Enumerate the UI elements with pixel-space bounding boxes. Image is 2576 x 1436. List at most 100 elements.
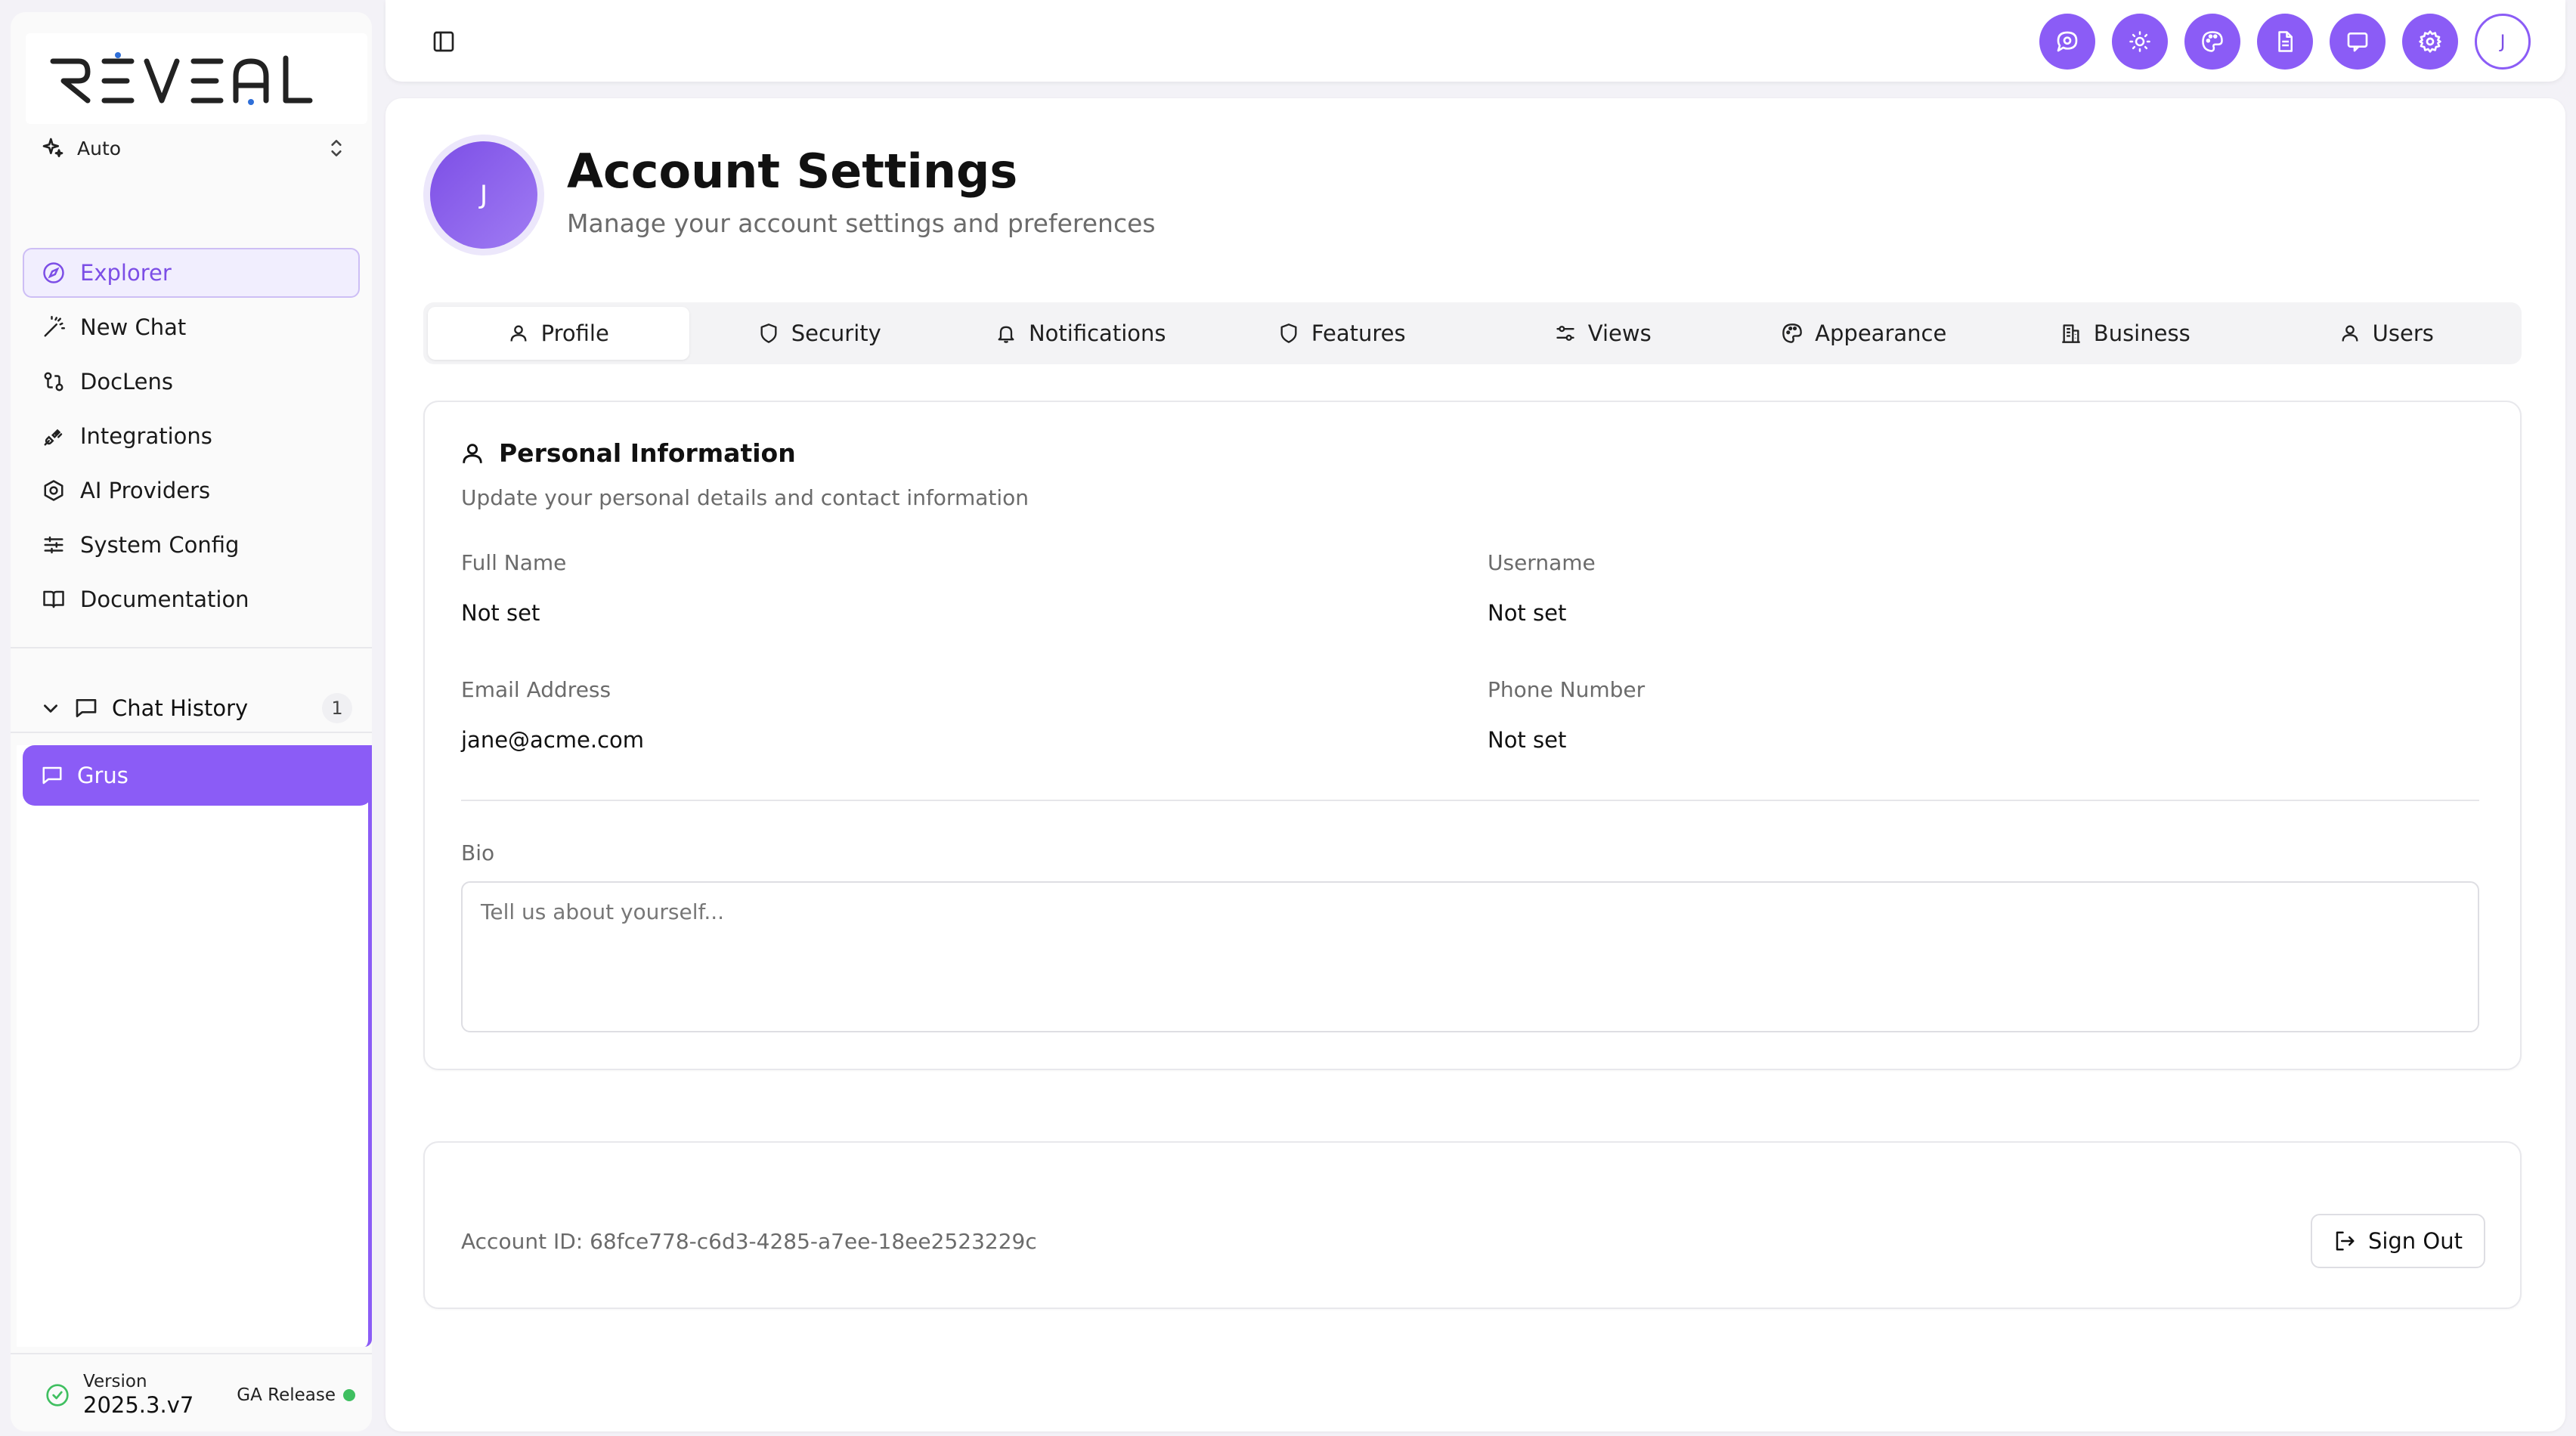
sidebar-item-label: New Chat <box>80 314 187 340</box>
personal-information-card: Personal Information Update your persona… <box>423 401 2522 1070</box>
hexagon-icon <box>41 479 67 502</box>
sidebar-panel-icon <box>432 29 456 54</box>
section-title: Personal Information <box>460 438 796 468</box>
sparkles-icon <box>41 136 65 160</box>
sidebar-divider <box>11 732 372 733</box>
chevron-up-down-icon <box>327 137 346 159</box>
phone-value: Not set <box>1488 727 1567 753</box>
tab-views[interactable]: Views <box>1472 307 1734 360</box>
account-card: Account ID: 68fce778-c6d3-4285-a7ee-18ee… <box>423 1141 2522 1309</box>
tab-label: Profile <box>540 320 609 346</box>
sidebar-divider <box>11 647 372 648</box>
sidebar-item-label: System Config <box>80 532 240 558</box>
bell-icon <box>995 323 1017 344</box>
full-name-label: Full Name <box>461 550 567 575</box>
settings-button[interactable] <box>2402 14 2458 70</box>
log-out-icon <box>2333 1230 2356 1252</box>
tab-label: Features <box>1311 320 1406 346</box>
sidebar-nav: Explorer New Chat DocLens Integrations A… <box>23 248 360 629</box>
chat-history-toggle[interactable]: Chat History 1 <box>41 683 352 733</box>
theme-toggle-button[interactable] <box>2112 14 2168 70</box>
settings-gear-icon <box>2418 29 2442 54</box>
tab-appearance[interactable]: Appearance <box>1734 307 1995 360</box>
model-selector[interactable]: Auto <box>41 124 346 172</box>
chat-history-item-grus[interactable]: Grus <box>23 745 372 806</box>
sidebar-item-system-config[interactable]: System Config <box>23 520 360 570</box>
version-info: Version 2025.3.v7 GA Release <box>45 1366 355 1424</box>
sidebar-item-label: Explorer <box>80 260 172 286</box>
page-title: Account Settings <box>567 144 1018 199</box>
topbar: J <box>385 0 2565 82</box>
message-square-icon <box>74 696 98 720</box>
sidebar-item-doclens[interactable]: DocLens <box>23 357 360 407</box>
tab-users[interactable]: Users <box>2256 307 2518 360</box>
tab-notifications[interactable]: Notifications <box>950 307 1212 360</box>
sidebar-item-documentation[interactable]: Documentation <box>23 574 360 624</box>
tab-security[interactable]: Security <box>689 307 951 360</box>
user-icon <box>508 323 529 344</box>
palette-icon <box>1782 323 1803 344</box>
palette-button[interactable] <box>2184 14 2240 70</box>
sliders-icon <box>41 534 67 556</box>
chevron-down-icon <box>41 698 60 718</box>
compass-icon <box>41 262 67 284</box>
sidebar-item-ai-providers[interactable]: AI Providers <box>23 466 360 515</box>
bio-label: Bio <box>461 840 495 865</box>
tab-label: Views <box>1587 320 1652 346</box>
sidebar-item-label: Integrations <box>80 423 212 449</box>
section-title-text: Personal Information <box>499 438 796 468</box>
sun-icon <box>2129 30 2151 53</box>
sidebar-item-new-chat[interactable]: New Chat <box>23 302 360 352</box>
tab-business[interactable]: Business <box>1995 307 2256 360</box>
username-label: Username <box>1488 550 1596 575</box>
sign-out-label: Sign Out <box>2367 1228 2463 1254</box>
section-divider <box>461 800 2479 801</box>
profile-avatar-initial: J <box>479 180 488 210</box>
book-icon <box>41 588 67 611</box>
full-name-value: Not set <box>461 600 540 626</box>
user-icon <box>460 441 485 466</box>
users-icon <box>2339 323 2361 344</box>
phone-label: Phone Number <box>1488 677 1646 702</box>
username-value: Not set <box>1488 600 1567 626</box>
section-subtitle: Update your personal details and contact… <box>461 485 1029 510</box>
tab-label: Users <box>2372 320 2434 346</box>
git-compare-icon <box>41 370 67 393</box>
email-value: jane@acme.com <box>461 727 645 753</box>
messages-button[interactable] <box>2330 14 2386 70</box>
tab-profile[interactable]: Profile <box>428 307 689 360</box>
chat-history-count: 1 <box>322 693 352 723</box>
tab-features[interactable]: Features <box>1212 307 1473 360</box>
user-avatar-button[interactable]: J <box>2475 14 2531 70</box>
magic-wand-icon <box>41 316 67 339</box>
document-icon <box>2274 30 2296 53</box>
sidebar-item-integrations[interactable]: Integrations <box>23 411 360 461</box>
sidebar-item-explorer[interactable]: Explorer <box>23 248 360 298</box>
sidebar-item-label: Documentation <box>80 586 249 612</box>
reveal-logo[interactable] <box>26 33 367 124</box>
sign-out-button[interactable]: Sign Out <box>2310 1214 2485 1268</box>
tab-label: Business <box>2093 320 2191 346</box>
version-label: Version <box>83 1371 147 1391</box>
profile-avatar: J <box>423 135 544 255</box>
settings-tabs: Profile Security Notifications Features … <box>423 302 2522 364</box>
sidebar-toggle-button[interactable] <box>423 21 464 62</box>
email-label: Email Address <box>461 677 611 702</box>
chat-bubble-button[interactable] <box>2039 14 2095 70</box>
user-avatar-initial: J <box>2500 31 2506 52</box>
building-icon <box>2060 323 2082 344</box>
chat-history-label: Chat History <box>112 695 249 721</box>
page-subtitle: Manage your account settings and prefere… <box>567 209 1156 238</box>
bio-textarea[interactable] <box>461 881 2479 1032</box>
chat-history-item-label: Grus <box>77 763 128 788</box>
release-label: GA Release <box>237 1385 336 1405</box>
message-square-icon <box>2345 29 2370 54</box>
views-sliders-icon <box>1555 323 1576 344</box>
reveal-logo-icon <box>50 52 313 105</box>
document-button[interactable] <box>2257 14 2313 70</box>
chat-bubble-icon <box>2055 29 2079 54</box>
shield-icon <box>758 323 779 344</box>
chat-history-list: Grus <box>17 745 372 1347</box>
sidebar: Auto Explorer New Chat DocLens Integrati… <box>11 12 372 1431</box>
shield-outline-icon <box>1278 323 1299 344</box>
